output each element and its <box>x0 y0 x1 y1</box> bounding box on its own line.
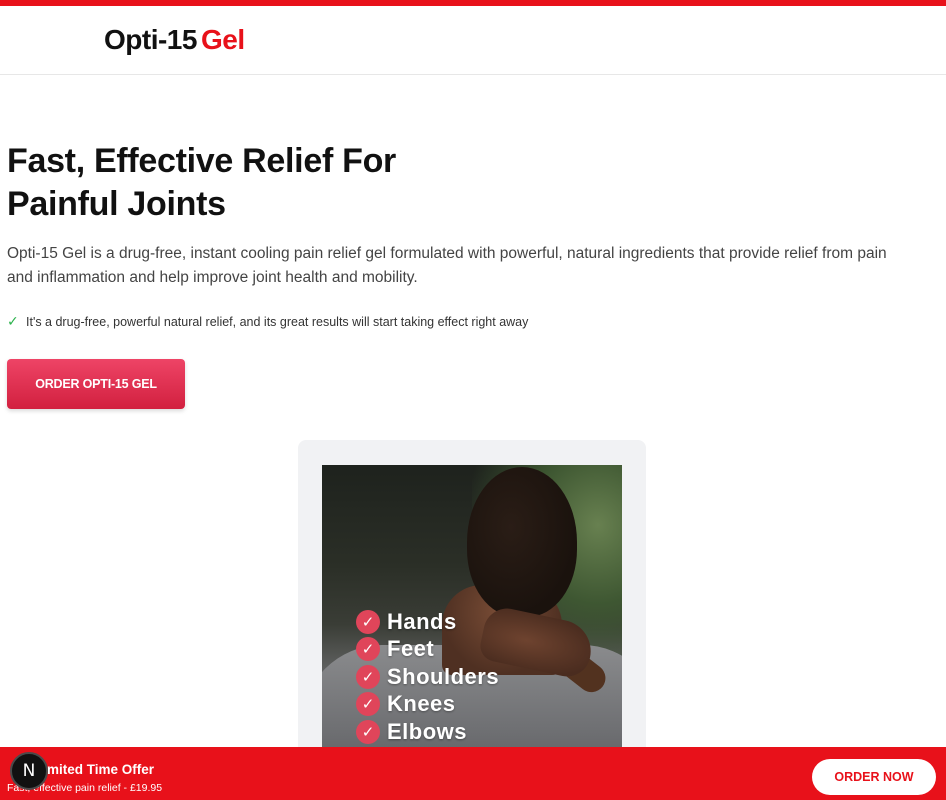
hero-title: Fast, Effective Relief For Painful Joint… <box>7 142 396 223</box>
body-part-item: ✓ Feet <box>356 636 499 664</box>
logo-brand-text: Opti-15 <box>104 24 197 55</box>
order-now-button[interactable]: ORDER NOW <box>812 759 936 795</box>
body-part-label: Hands <box>387 608 457 634</box>
site-logo[interactable]: Opti-15 Gel <box>104 24 245 56</box>
check-circle-icon: ✓ <box>356 664 380 689</box>
feature-text: It's a drug-free, powerful natural relie… <box>26 314 529 329</box>
shoulder-pain-photo: ✓ Hands ✓ Feet ✓ Shoulders ✓ Knees ✓ Elb… <box>322 465 622 755</box>
person-head <box>467 467 577 617</box>
avatar[interactable]: N <box>10 752 48 790</box>
order-opti15-gel-button[interactable]: ORDER OPTI-15 GEL <box>7 359 185 409</box>
check-circle-icon: ✓ <box>356 692 380 717</box>
body-part-item: ✓ Shoulders <box>356 663 499 691</box>
body-part-item: ✓ Elbows <box>356 718 499 746</box>
check-circle-icon: ✓ <box>356 609 380 634</box>
body-parts-list: ✓ Hands ✓ Feet ✓ Shoulders ✓ Knees ✓ Elb… <box>356 608 499 746</box>
check-circle-icon: ✓ <box>356 637 380 662</box>
body-part-label: Feet <box>387 636 435 662</box>
body-part-item: ✓ Hands <box>356 608 499 636</box>
feature-item: ✓ It's a drug-free, powerful natural rel… <box>7 313 528 330</box>
site-header: Opti-15 Gel <box>0 6 946 75</box>
limited-offer-bar: Limited Time Offer Fast, effective pain … <box>0 747 946 800</box>
hero-description: Opti-15 Gel is a drug-free, instant cool… <box>7 245 887 286</box>
check-icon: ✓ <box>7 313 19 329</box>
body-part-label: Shoulders <box>387 663 500 689</box>
check-circle-icon: ✓ <box>356 719 380 744</box>
body-part-label: Knees <box>387 691 456 717</box>
logo-accent-text: Gel <box>200 24 245 55</box>
body-part-label: Elbows <box>387 718 468 744</box>
offer-title: Limited Time Offer <box>35 762 155 777</box>
body-part-item: ✓ Knees <box>356 691 499 719</box>
